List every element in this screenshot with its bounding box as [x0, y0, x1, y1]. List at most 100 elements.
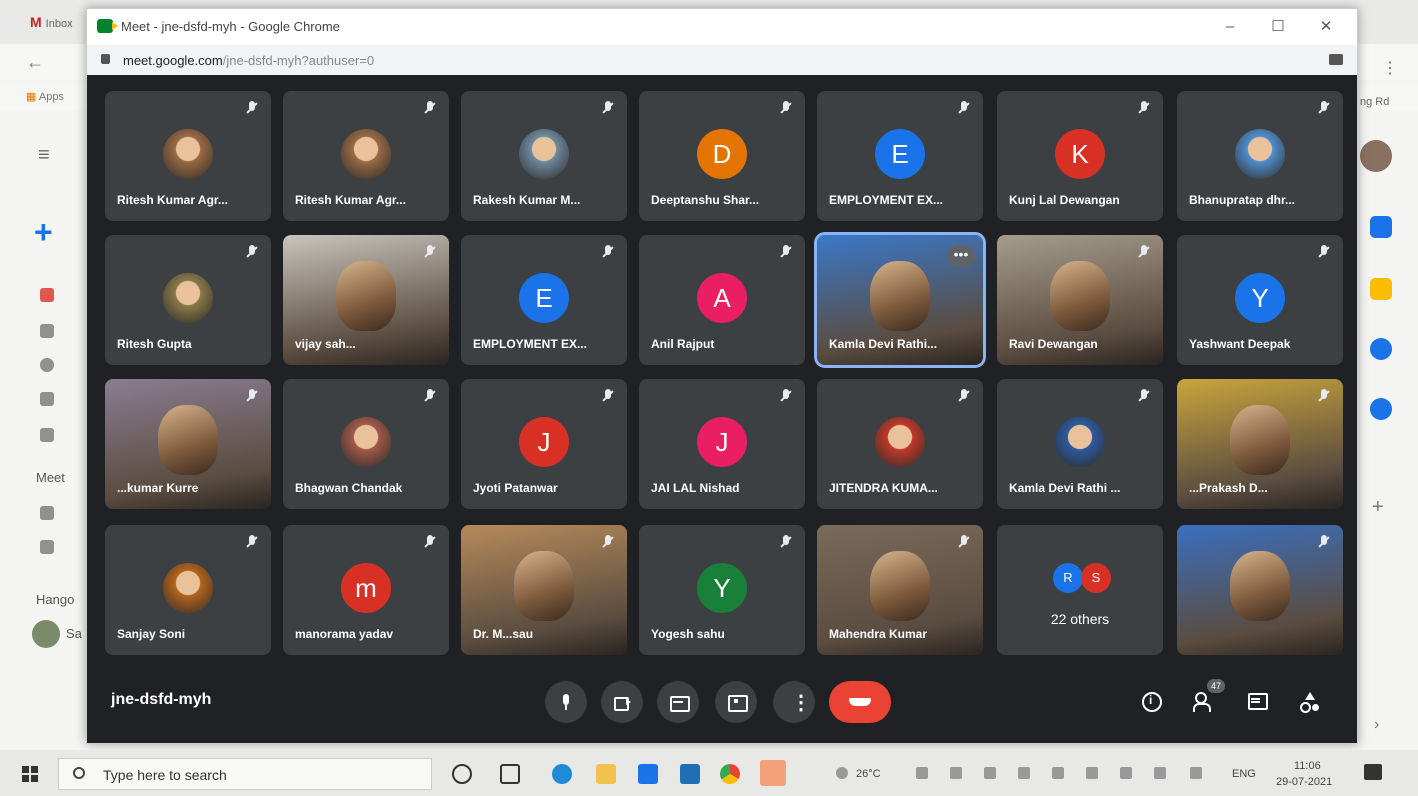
contacts-icon[interactable] [1370, 398, 1392, 420]
taskbar-search-input[interactable]: Type here to search [58, 758, 432, 790]
starred-icon[interactable] [40, 324, 54, 338]
background-gmail-tab[interactable]: M Inbox [30, 14, 73, 30]
participant-initial-avatar: J [697, 417, 747, 467]
inbox-icon[interactable] [40, 288, 54, 302]
compose-plus-icon[interactable]: + [34, 214, 53, 251]
browser-menu-icon[interactable]: ⋮ [1382, 58, 1398, 78]
clock-date[interactable]: 29-07-2021 [1276, 776, 1332, 788]
back-arrow-icon[interactable]: ← [26, 52, 44, 73]
clock-time[interactable]: 11:06 [1294, 760, 1321, 772]
participant-tile[interactable]: ••• Kamla Devi Rathi... [814, 232, 986, 368]
sent-icon[interactable] [40, 428, 54, 442]
snoozed-icon[interactable] [40, 358, 54, 372]
maximize-button[interactable]: ☐ [1255, 15, 1301, 39]
add-addon-icon[interactable]: + [1372, 496, 1384, 519]
people-icon[interactable]: 47 [1193, 679, 1225, 713]
participant-tile[interactable]: Bhagwan Chandak [283, 379, 449, 509]
language-indicator[interactable]: ENG [1232, 768, 1256, 780]
hangouts-user-avatar[interactable] [32, 620, 60, 648]
participant-tile[interactable]: R S 22 others [997, 525, 1163, 655]
url-text[interactable]: meet.google.com/jne-dsfd-myh?authuser=0 [123, 53, 374, 68]
participant-tile[interactable]: A Anil Rajput [639, 235, 805, 365]
participant-tile[interactable]: JITENDRA KUMA... [817, 379, 983, 509]
address-bar[interactable]: meet.google.com/jne-dsfd-myh?authuser=0 [87, 45, 1357, 75]
weather-icon [836, 767, 848, 779]
keep-icon[interactable] [1370, 278, 1392, 300]
expand-panel-icon[interactable]: › [1374, 716, 1379, 734]
participant-tile[interactable]: Dr. M...sau [461, 525, 627, 655]
participant-tile[interactable] [1177, 525, 1343, 655]
hamburger-menu-icon[interactable]: ≡ [38, 144, 50, 167]
activities-icon[interactable] [1299, 691, 1321, 713]
close-button[interactable]: ✕ [1303, 15, 1349, 39]
weather-temperature[interactable]: 26°C [856, 768, 881, 780]
meet-section-label: Meet [36, 470, 65, 485]
participant-tile[interactable]: Sanjay Soni [105, 525, 271, 655]
camera-permission-icon[interactable] [1329, 54, 1343, 65]
photos-icon[interactable] [760, 760, 786, 786]
participant-tile[interactable]: Ritesh Kumar Agr... [105, 91, 271, 221]
participant-tile[interactable]: Rakesh Kumar M... [461, 91, 627, 221]
bookmark-label[interactable]: ng Rd [1360, 96, 1389, 108]
more-options-button[interactable] [773, 681, 815, 723]
leave-call-button[interactable] [829, 681, 891, 723]
participant-name: ...Prakash D... [1189, 481, 1268, 495]
captions-button[interactable] [657, 681, 699, 723]
participant-tile[interactable]: D Deeptanshu Shar... [639, 91, 805, 221]
microphone-button[interactable] [545, 681, 587, 723]
participant-tile[interactable]: J Jyoti Patanwar [461, 379, 627, 509]
tray-app-icon[interactable] [950, 767, 962, 779]
participant-initial-avatar: E [875, 129, 925, 179]
participant-tile[interactable]: Mahendra Kumar [817, 525, 983, 655]
cortana-icon[interactable] [452, 764, 472, 784]
usb-icon[interactable] [1052, 767, 1064, 779]
tray-expand-icon[interactable] [916, 767, 928, 779]
participant-tile[interactable]: J JAI LAL Nishad [639, 379, 805, 509]
muted-mic-icon [247, 101, 257, 116]
participant-tile[interactable]: K Kunj Lal Dewangan [997, 91, 1163, 221]
windows-start-icon[interactable] [22, 766, 38, 782]
participant-tile[interactable]: Ravi Dewangan [997, 235, 1163, 365]
chat-icon[interactable] [1247, 691, 1269, 713]
participant-tile[interactable]: Ritesh Kumar Agr... [283, 91, 449, 221]
important-icon[interactable] [40, 392, 54, 406]
meet-tray-icon[interactable] [1086, 767, 1098, 779]
account-avatar[interactable] [1360, 140, 1392, 172]
participant-tile[interactable]: vijay sah... [283, 235, 449, 365]
calculator-icon[interactable] [680, 764, 700, 784]
participant-tile[interactable]: Y Yogesh sahu [639, 525, 805, 655]
task-view-icon[interactable] [500, 764, 520, 784]
tray-sync-icon[interactable] [984, 767, 996, 779]
meeting-details-icon[interactable] [1141, 691, 1163, 713]
participant-tile[interactable]: E EMPLOYMENT EX... [461, 235, 627, 365]
participant-tile[interactable]: Kamla Devi Rathi ... [997, 379, 1163, 509]
battery-icon[interactable] [1120, 767, 1132, 779]
new-meeting-icon[interactable] [40, 506, 54, 520]
tile-more-options-icon[interactable]: ••• [947, 245, 975, 267]
participant-avatar [1055, 417, 1105, 467]
file-explorer-icon[interactable] [596, 764, 616, 784]
participant-tile[interactable]: Ritesh Gupta [105, 235, 271, 365]
camera-button[interactable] [601, 681, 643, 723]
notification-icon[interactable] [1364, 764, 1382, 780]
chrome-icon[interactable] [720, 764, 740, 784]
participant-tile[interactable]: Y Yashwant Deepak [1177, 235, 1343, 365]
onedrive-icon[interactable] [1018, 767, 1030, 779]
muted-mic-icon [247, 535, 257, 550]
tasks-icon[interactable] [1370, 338, 1392, 360]
people-count-badge: 47 [1207, 679, 1225, 693]
participant-tile[interactable]: E EMPLOYMENT EX... [817, 91, 983, 221]
present-button[interactable] [715, 681, 757, 723]
apps-bookmark[interactable]: ▦ Apps [26, 90, 64, 103]
participant-tile[interactable]: Bhanupratap dhr... [1177, 91, 1343, 221]
minimize-button[interactable]: – [1207, 15, 1253, 39]
join-meeting-icon[interactable] [40, 540, 54, 554]
pen-icon[interactable] [1190, 767, 1202, 779]
participant-tile[interactable]: ...kumar Kurre [105, 379, 271, 509]
mail-icon[interactable] [638, 764, 658, 784]
participant-tile[interactable]: ...Prakash D... [1177, 379, 1343, 509]
participant-tile[interactable]: m manorama yadav [283, 525, 449, 655]
volume-icon[interactable] [1154, 767, 1166, 779]
calendar-icon[interactable] [1370, 216, 1392, 238]
edge-icon[interactable] [552, 764, 572, 784]
